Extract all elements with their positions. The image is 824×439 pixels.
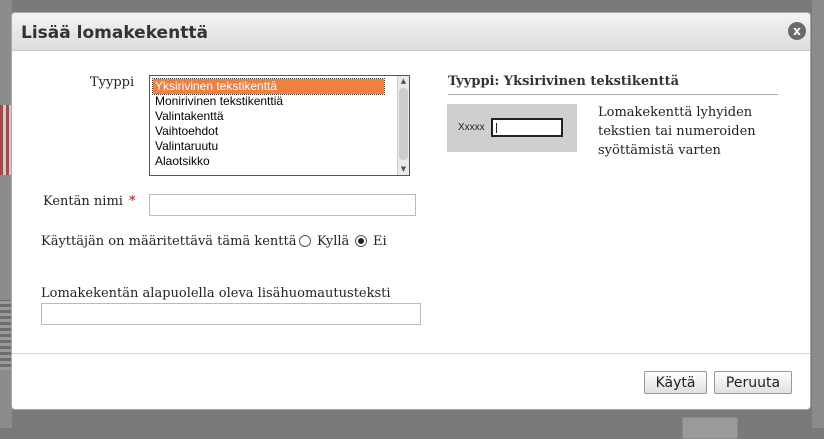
use-button[interactable]: Käytä	[644, 371, 707, 394]
required-question: Käyttäjän on määritettävä tämä kenttä	[41, 234, 297, 249]
preview-label: Xxxxx	[458, 122, 485, 133]
required-yes-label: Kyllä	[317, 234, 350, 249]
type-option[interactable]: Vaihtoehdot	[153, 124, 384, 139]
required-marker: *	[128, 194, 136, 209]
preview-text-field	[491, 118, 563, 137]
field-name-label: Kentän nimi *	[43, 194, 135, 209]
chevron-up-icon[interactable]: ▲	[398, 76, 409, 87]
type-description: Lomakekenttä lyhyiden tekstien tai numer…	[598, 105, 756, 158]
type-options: Yksirivinen tekstikenttä Monirivinen teks…	[150, 76, 409, 169]
note-label: Lomakekentän alapuolella oleva lisähuoma…	[41, 286, 391, 301]
close-icon[interactable]: x	[788, 22, 806, 40]
required-yes-radio[interactable]	[299, 235, 311, 247]
dialog-title: Lisää lomakekenttä	[21, 23, 208, 43]
text-caret-icon	[496, 123, 497, 133]
background-page	[812, 0, 824, 428]
required-no-radio[interactable]	[355, 235, 367, 247]
type-option[interactable]: Monirivinen tekstikenttiä	[153, 94, 384, 109]
type-option[interactable]: Valintakenttä	[153, 109, 384, 124]
cancel-button[interactable]: Peruuta	[714, 371, 792, 394]
dialog-titlebar: Lisää lomakekenttä x	[12, 13, 810, 51]
type-option[interactable]: Alaotsikko	[153, 154, 384, 169]
type-preview: Xxxxx	[447, 104, 577, 152]
type-label: Tyyppi	[90, 75, 135, 90]
footer-divider	[12, 353, 810, 354]
type-option[interactable]: Yksirivinen tekstikenttä	[152, 78, 385, 95]
type-option[interactable]: Valintaruutu	[153, 139, 384, 154]
required-no-label: Ei	[373, 234, 387, 249]
field-name-input[interactable]	[149, 194, 416, 216]
divider	[448, 94, 778, 95]
scroll-thumb[interactable]	[399, 88, 408, 160]
type-listbox[interactable]: Yksirivinen tekstikenttä Monirivinen teks…	[149, 75, 410, 176]
add-form-field-dialog: Lisää lomakekenttä x Tyyppi Yksirivinen …	[11, 12, 811, 410]
field-name-label-text: Kentän nimi	[43, 194, 123, 209]
listbox-scrollbar[interactable]: ▲ ▼	[397, 76, 409, 175]
background-button	[682, 417, 738, 439]
type-info-heading: Tyyppi: Yksirivinen tekstikenttä	[448, 74, 680, 89]
note-input[interactable]	[41, 303, 421, 325]
chevron-down-icon[interactable]: ▼	[398, 164, 409, 175]
